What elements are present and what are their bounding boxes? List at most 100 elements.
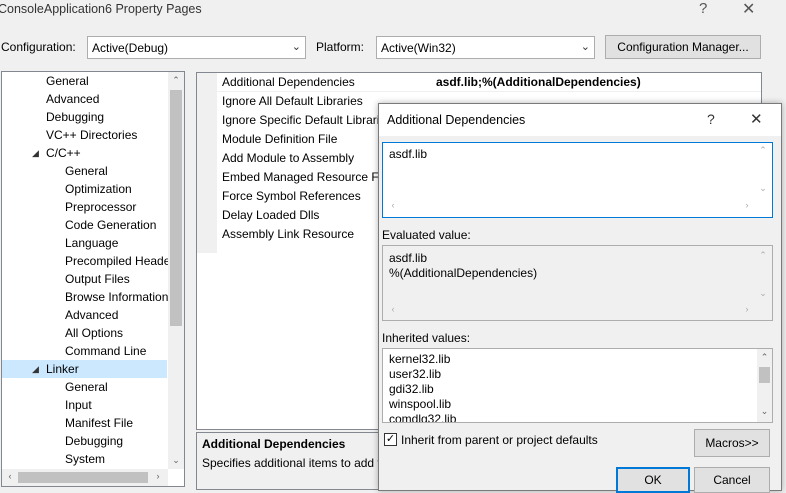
- tree-item[interactable]: VC++ Directories: [2, 126, 167, 144]
- property-name: Force Symbol References: [222, 189, 361, 203]
- inherited-scrollbar[interactable]: ⌃ ⌄: [757, 349, 772, 422]
- description-pane: Additional Dependencies Specifies additi…: [196, 432, 396, 490]
- tree-item-label: General: [65, 380, 108, 394]
- dependencies-edit-text[interactable]: asdf.lib: [389, 147, 427, 161]
- scroll-right-icon[interactable]: ›: [152, 471, 164, 481]
- tree-item-label: Advanced: [46, 92, 100, 106]
- property-tree[interactable]: General Advanced Debugging VC++ Directories…: [1, 71, 185, 487]
- tree-item-label: System: [65, 452, 106, 466]
- tree-item[interactable]: Command Line: [2, 342, 167, 360]
- scroll-left-icon[interactable]: ‹: [387, 200, 399, 210]
- tree-item[interactable]: Precompiled Heade: [2, 252, 171, 270]
- scroll-down-icon[interactable]: ⌄: [168, 455, 184, 466]
- cancel-button[interactable]: Cancel: [694, 467, 770, 493]
- tree-item[interactable]: General: [2, 72, 167, 90]
- tree-item[interactable]: Advanced: [2, 306, 167, 324]
- tree-item[interactable]: Optimization: [2, 180, 167, 198]
- tree-horizontal-scrollbar[interactable]: ‹ ›: [2, 469, 168, 486]
- scroll-thumb[interactable]: [170, 90, 182, 326]
- dialog-title-bar: Additional Dependencies ? ✕: [379, 104, 781, 136]
- tree-item[interactable]: Input: [2, 396, 167, 414]
- tree-item-label: All Options: [65, 326, 124, 340]
- scroll-down-icon[interactable]: ⌄: [756, 183, 770, 194]
- expand-arrow-icon[interactable]: ◢: [32, 144, 39, 162]
- tree-item[interactable]: Browse Information: [2, 288, 169, 306]
- inherit-checkbox[interactable]: ✓: [384, 433, 397, 446]
- tree-item[interactable]: Manifest File: [2, 414, 167, 432]
- chevron-down-icon: ⌄: [580, 41, 590, 53]
- property-name: Embed Managed Resource Fil: [222, 170, 385, 184]
- configuration-select[interactable]: Active(Debug) ⌄: [87, 36, 306, 59]
- tree-vertical-scrollbar[interactable]: ⌃ ⌄: [168, 72, 184, 469]
- evaluated-value-box: asdf.lib %(AdditionalDependencies) ⌃ ⌄ ‹ …: [382, 245, 773, 321]
- help-icon[interactable]: ?: [699, 0, 707, 17]
- scroll-up-icon[interactable]: ⌃: [756, 250, 770, 261]
- scroll-down-icon[interactable]: ⌄: [757, 406, 772, 417]
- dialog-title: Additional Dependencies: [387, 113, 526, 127]
- scroll-left-icon[interactable]: ‹: [387, 304, 399, 314]
- tree-item[interactable]: Output Files: [2, 270, 167, 288]
- tree-item-label: Preprocessor: [65, 200, 137, 214]
- scroll-thumb[interactable]: [759, 367, 770, 383]
- property-name: Ignore Specific Default Librari: [222, 113, 380, 127]
- scroll-left-icon[interactable]: ‹: [4, 471, 16, 481]
- tree-item[interactable]: ◢ Linker: [2, 360, 167, 378]
- close-icon[interactable]: ✕: [750, 110, 763, 128]
- description-title: Additional Dependencies: [202, 437, 346, 451]
- evaluated-value-label: Evaluated value:: [382, 228, 471, 242]
- property-row[interactable]: Additional Dependencies asdf.lib;%(Additi…: [217, 73, 761, 92]
- tree-item-label: Debugging: [65, 434, 124, 448]
- tree-item-label: Precompiled Heade: [65, 254, 171, 268]
- tree-item[interactable]: Preprocessor: [2, 198, 167, 216]
- property-value[interactable]: asdf.lib;%(AdditionalDependencies): [436, 73, 641, 92]
- window-title: ConsoleApplication6 Property Pages: [0, 2, 202, 16]
- inherit-checkbox-label[interactable]: Inherit from parent or project defaults: [401, 433, 598, 447]
- configuration-manager-button[interactable]: Configuration Manager...: [605, 35, 761, 59]
- close-icon[interactable]: ✕: [742, 0, 755, 19]
- scroll-right-icon[interactable]: ›: [741, 304, 753, 314]
- inherited-line: kernel32.lib: [389, 352, 451, 366]
- tree-item-label: VC++ Directories: [46, 128, 138, 142]
- tree-item[interactable]: All Options: [2, 324, 167, 342]
- tree-item-label: General: [65, 164, 108, 178]
- inherited-line: comdlg32.lib: [389, 412, 457, 423]
- tree-item[interactable]: Debugging: [2, 108, 167, 126]
- help-icon[interactable]: ?: [707, 111, 715, 127]
- tree-item[interactable]: Advanced: [2, 90, 167, 108]
- scroll-thumb[interactable]: [18, 472, 148, 483]
- tree-item-label: Linker: [46, 362, 79, 376]
- tree-item[interactable]: ◢ C/C++: [2, 144, 167, 162]
- platform-label: Platform:: [316, 40, 365, 54]
- inherited-line: user32.lib: [389, 367, 442, 381]
- tree-item[interactable]: System: [2, 450, 167, 468]
- tree-item[interactable]: Language: [2, 234, 167, 252]
- title-bar: ConsoleApplication6 Property Pages ? ✕: [0, 0, 786, 20]
- tree-item-label: Code Generation: [65, 218, 157, 232]
- platform-select[interactable]: Active(Win32) ⌄: [376, 36, 595, 59]
- tree-item[interactable]: Debugging: [2, 432, 167, 450]
- scroll-up-icon[interactable]: ⌃: [168, 75, 184, 86]
- scroll-down-icon[interactable]: ⌄: [756, 288, 770, 299]
- tree-item[interactable]: Code Generation: [2, 216, 167, 234]
- platform-value: Active(Win32): [381, 41, 456, 55]
- dependencies-edit-box[interactable]: asdf.lib ⌃ ⌄ ‹ ›: [382, 142, 773, 218]
- tree-item-label: Advanced: [65, 308, 119, 322]
- evaluated-line: %(AdditionalDependencies): [389, 266, 538, 280]
- scroll-up-icon[interactable]: ⌃: [757, 352, 772, 363]
- ok-button[interactable]: OK: [616, 467, 690, 493]
- configuration-label: Configuration:: [1, 40, 76, 54]
- scroll-right-icon[interactable]: ›: [741, 200, 753, 210]
- tree-item-label: Optimization: [65, 182, 132, 196]
- tree-item-label: Browse Information: [65, 290, 169, 304]
- tree-item[interactable]: General: [2, 162, 167, 180]
- inherited-values-list[interactable]: kernel32.lib user32.lib gdi32.lib winspool.…: [382, 348, 773, 423]
- tree-item-label: Input: [65, 398, 92, 412]
- tree-item-label: Language: [65, 236, 119, 250]
- tree-item[interactable]: General: [2, 378, 167, 396]
- scroll-up-icon[interactable]: ⌃: [756, 145, 770, 156]
- inherited-line: winspool.lib: [389, 397, 452, 411]
- tree-item-label: Debugging: [46, 110, 105, 124]
- macros-button[interactable]: Macros>>: [694, 429, 770, 457]
- property-name: Ignore All Default Libraries: [222, 94, 363, 108]
- expand-arrow-icon[interactable]: ◢: [32, 360, 39, 378]
